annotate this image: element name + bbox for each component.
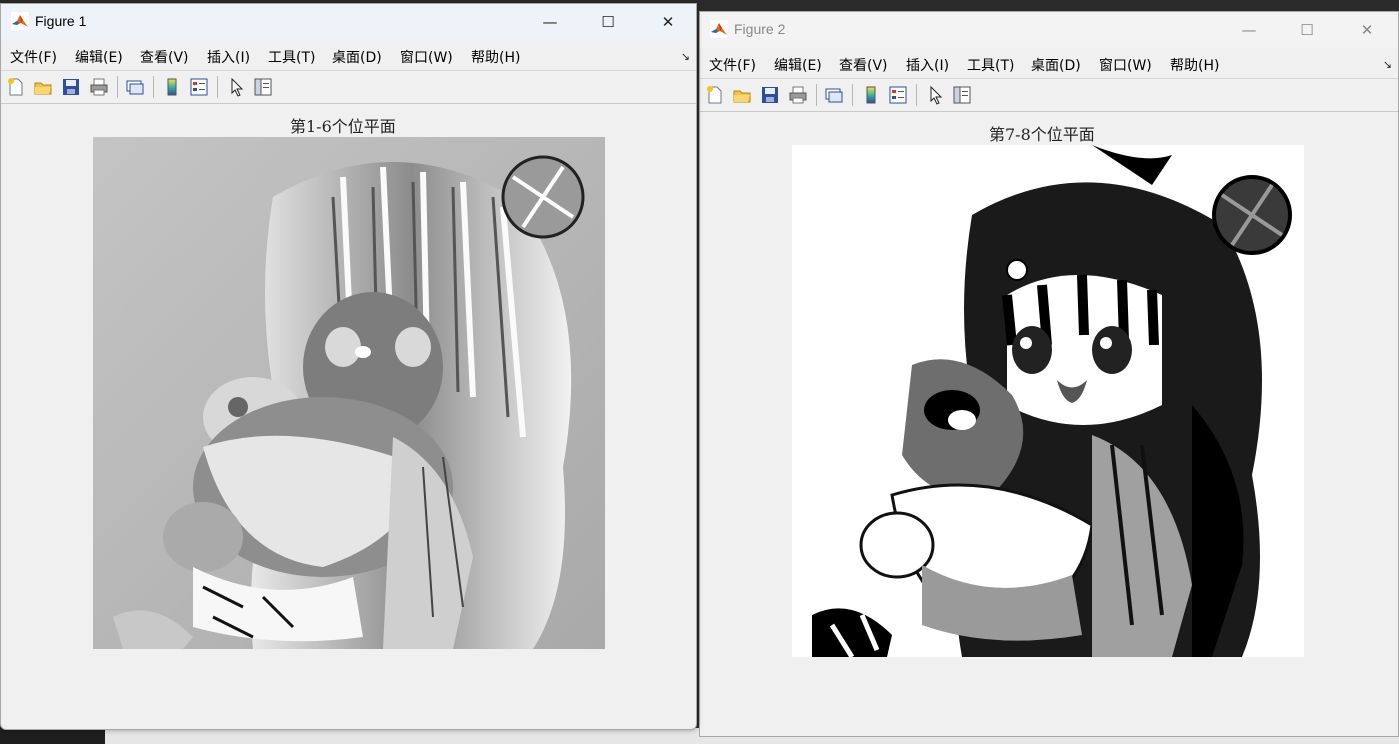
toolbar-separator: [217, 76, 218, 98]
edit-plot-arrow-icon[interactable]: [926, 85, 946, 105]
menu-edit[interactable]: 编辑(E): [774, 55, 822, 75]
close-icon: ✕: [661, 13, 675, 31]
menu-file[interactable]: 文件(F): [709, 55, 756, 75]
axes-title: 第1-6个位平面: [290, 117, 396, 136]
link-plot-icon[interactable]: [125, 77, 145, 97]
dock-arrow-icon[interactable]: ↘: [1383, 58, 1392, 71]
close-button[interactable]: ✕: [1338, 12, 1396, 48]
bitplane-image-7-8: [792, 145, 1304, 657]
window-title: Figure 2: [734, 21, 786, 37]
toolbar-separator: [852, 84, 853, 106]
menu-view[interactable]: 查看(V): [839, 55, 888, 75]
toolbar-separator: [816, 84, 817, 106]
matlab-logo-icon: [710, 20, 728, 38]
dock-arrow-icon[interactable]: ↘: [681, 50, 690, 63]
open-file-icon[interactable]: [732, 85, 752, 105]
bitplane-image-1-6: [93, 137, 605, 649]
menu-desktop[interactable]: 桌面(D): [332, 47, 382, 67]
axes-title: 第7-8个位平面: [989, 125, 1095, 144]
figure-2-window: Figure 2 — ☐ ✕ 文件(F) 编辑(E) 查看(V) 插入(I) 工…: [699, 11, 1399, 737]
menu-edit[interactable]: 编辑(E): [75, 47, 123, 67]
toolbar-separator: [916, 84, 917, 106]
window-title: Figure 1: [35, 13, 87, 29]
menu-insert[interactable]: 插入(I): [207, 47, 250, 67]
maximize-button[interactable]: ☐: [579, 4, 637, 40]
edit-plot-arrow-icon[interactable]: [227, 77, 247, 97]
close-icon: ✕: [1360, 21, 1374, 39]
toolbar-separator: [153, 76, 154, 98]
property-inspector-icon[interactable]: [952, 85, 972, 105]
link-plot-icon[interactable]: [824, 85, 844, 105]
menu-insert[interactable]: 插入(I): [906, 55, 949, 75]
minimize-button[interactable]: —: [521, 4, 579, 40]
menu-help[interactable]: 帮助(H): [471, 47, 520, 67]
figure-1-window: Figure 1 — ☐ ✕ 文件(F) 编辑(E) 查看(V) 插入(I) 工…: [0, 3, 697, 730]
menu-tools[interactable]: 工具(T): [967, 55, 1014, 75]
menu-file[interactable]: 文件(F): [10, 47, 57, 67]
new-figure-icon[interactable]: [6, 77, 26, 97]
legend-icon[interactable]: [888, 85, 908, 105]
menu-window[interactable]: 窗口(W): [1099, 55, 1152, 75]
open-file-icon[interactable]: [33, 77, 53, 97]
maximize-icon: ☐: [1300, 21, 1314, 39]
menu-bar: 文件(F) 编辑(E) 查看(V) 插入(I) 工具(T) 桌面(D) 窗口(W…: [1, 40, 696, 71]
figure-toolbar: [700, 79, 1398, 112]
property-inspector-icon[interactable]: [253, 77, 273, 97]
menu-help[interactable]: 帮助(H): [1170, 55, 1219, 75]
print-icon[interactable]: [788, 85, 808, 105]
menu-desktop[interactable]: 桌面(D): [1031, 55, 1081, 75]
minimize-icon: —: [542, 13, 558, 31]
maximize-button[interactable]: ☐: [1278, 12, 1336, 48]
menu-bar: 文件(F) 编辑(E) 查看(V) 插入(I) 工具(T) 桌面(D) 窗口(W…: [700, 48, 1398, 79]
colorbar-icon[interactable]: [861, 85, 881, 105]
maximize-icon: ☐: [601, 13, 615, 31]
title-bar[interactable]: Figure 1 — ☐ ✕: [1, 4, 696, 40]
matlab-logo-icon: [11, 12, 29, 30]
figure-toolbar: [1, 71, 696, 104]
toolbar-separator: [117, 76, 118, 98]
menu-tools[interactable]: 工具(T): [268, 47, 315, 67]
colorbar-icon[interactable]: [162, 77, 182, 97]
minimize-button[interactable]: —: [1220, 12, 1278, 48]
menu-view[interactable]: 查看(V): [140, 47, 189, 67]
title-bar[interactable]: Figure 2 — ☐ ✕: [700, 12, 1398, 48]
close-button[interactable]: ✕: [639, 4, 696, 40]
save-icon[interactable]: [760, 85, 780, 105]
legend-icon[interactable]: [189, 77, 209, 97]
print-icon[interactable]: [89, 77, 109, 97]
save-icon[interactable]: [61, 77, 81, 97]
menu-window[interactable]: 窗口(W): [400, 47, 453, 67]
new-figure-icon[interactable]: [705, 85, 725, 105]
minimize-icon: —: [1241, 21, 1257, 39]
